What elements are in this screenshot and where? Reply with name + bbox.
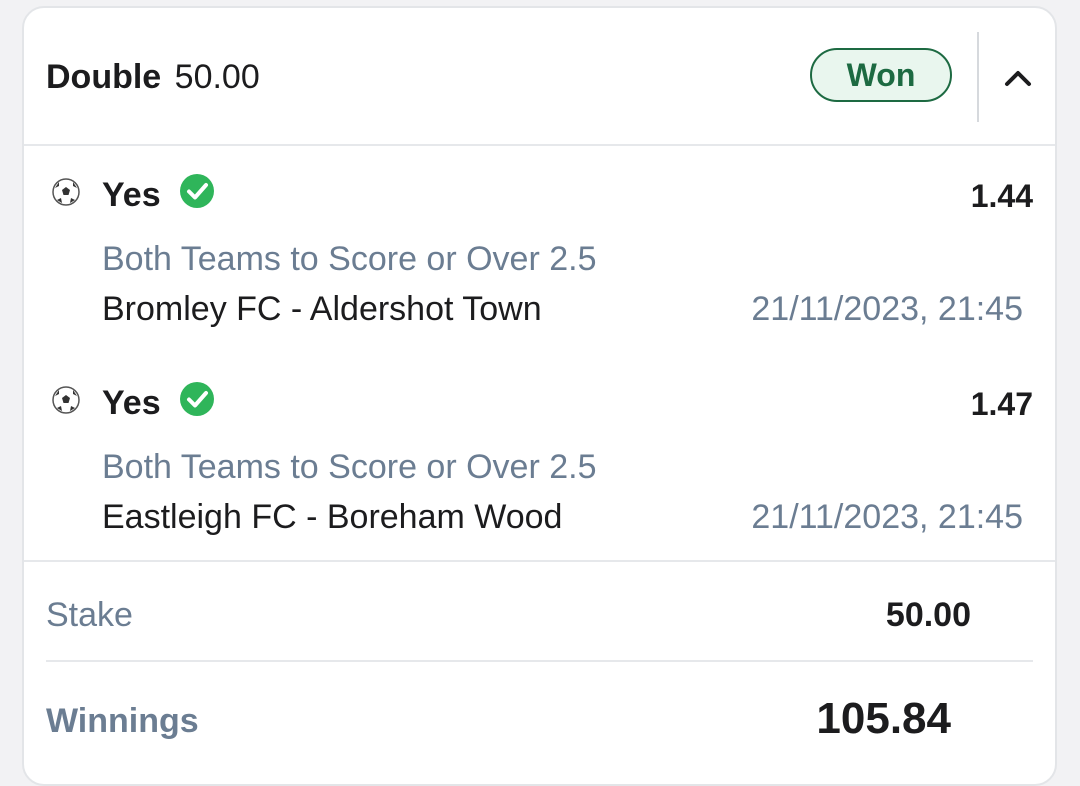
selection-event: Bromley FC - Aldershot Town [102,290,542,328]
stake-value: 50.00 [885,596,971,634]
chevron-up-icon[interactable] [1000,60,1036,96]
selection-market: Both Teams to Score or Over 2.5 [102,448,597,486]
selection-outcome: Yes [102,176,161,214]
selection-item: Yes 1.44 Both Teams to Score or Over 2.5… [24,158,1055,338]
winnings-label: Winnings [46,702,199,740]
bet-title: Double 50.00 [46,58,260,97]
soccer-ball-icon [52,178,80,206]
bet-amount: 50.00 [174,58,260,96]
bet-type-label: Double [46,58,162,96]
summary-inner-divider [46,660,1033,662]
stake-label: Stake [46,596,133,634]
check-circle-icon [180,174,214,208]
selection-odds: 1.47 [970,386,1033,422]
bet-header[interactable]: Double 50.00 Won [24,8,1055,146]
selection-event: Eastleigh FC - Boreham Wood [102,498,563,536]
selection-item: Yes 1.47 Both Teams to Score or Over 2.5… [24,366,1055,546]
selection-datetime: 21/11/2023, 21:45 [751,498,1023,536]
selection-odds: 1.44 [970,178,1033,214]
selection-market: Both Teams to Score or Over 2.5 [102,240,597,278]
soccer-ball-icon [52,386,80,414]
selection-outcome: Yes [102,384,161,422]
selection-datetime: 21/11/2023, 21:45 [751,290,1023,328]
header-divider [977,32,979,122]
status-badge: Won [810,48,952,102]
bet-card: Double 50.00 Won Yes 1.44 Both Teams to … [22,6,1057,786]
winnings-value: 105.84 [816,694,951,743]
summary-divider [24,560,1055,562]
check-circle-icon [180,382,214,416]
